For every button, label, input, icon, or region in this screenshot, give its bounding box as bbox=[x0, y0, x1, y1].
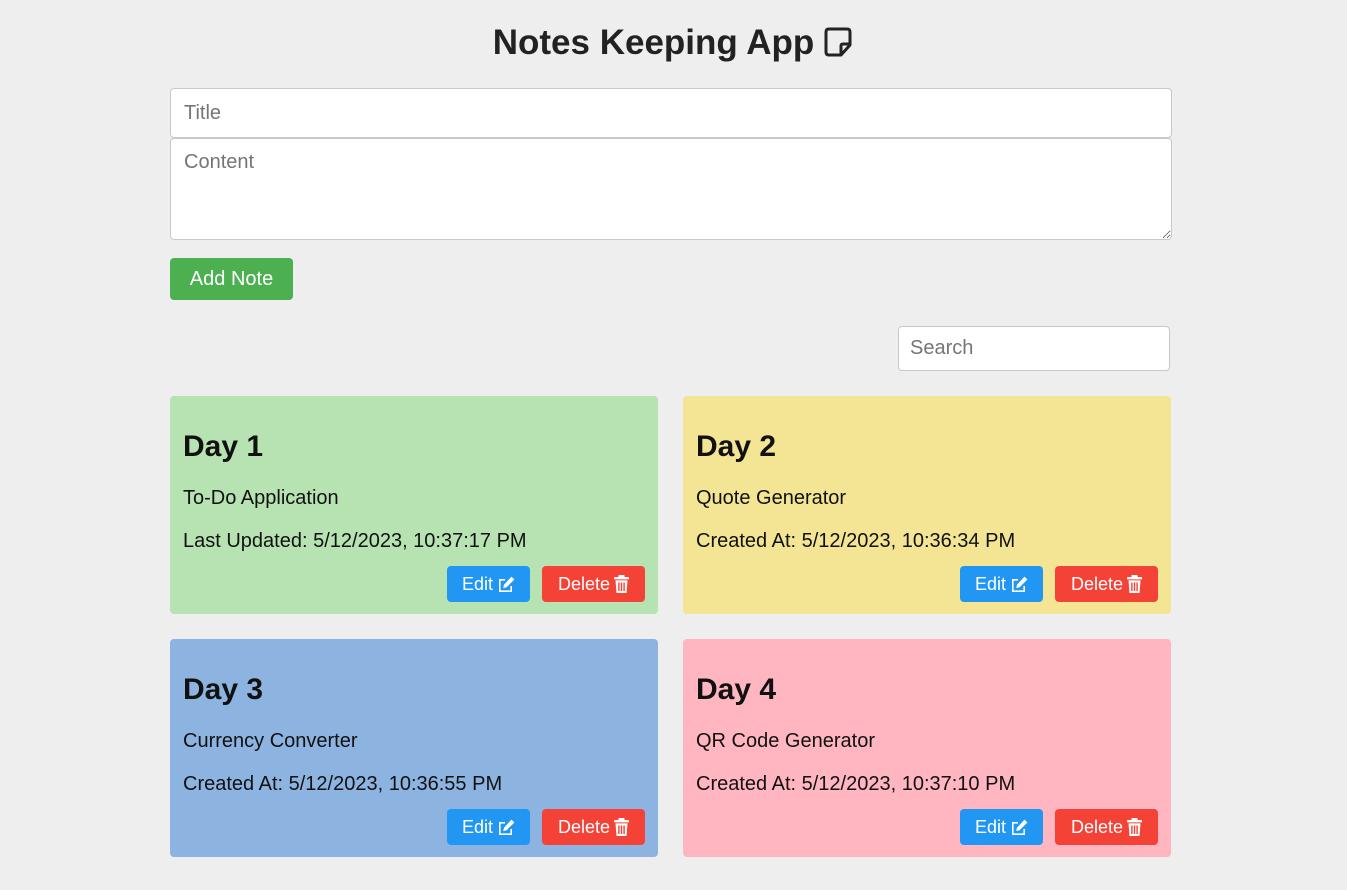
note-card: Day 3 Currency Converter Created At: 5/1… bbox=[170, 639, 658, 857]
edit-icon bbox=[1010, 576, 1028, 592]
delete-button[interactable]: Delete bbox=[1055, 566, 1158, 602]
title-input[interactable] bbox=[170, 88, 1172, 138]
note-timestamp: Created At: 5/12/2023, 10:36:34 PM bbox=[696, 530, 1016, 552]
delete-button[interactable]: Delete bbox=[542, 566, 645, 602]
edit-label: Edit bbox=[974, 573, 1007, 594]
edit-label: Edit bbox=[974, 816, 1007, 837]
note-title: Day 3 bbox=[183, 673, 264, 706]
trash-icon bbox=[1127, 818, 1143, 836]
edit-button[interactable]: Edit bbox=[960, 809, 1043, 845]
note-timestamp: Last Updated: 5/12/2023, 10:37:17 PM bbox=[183, 530, 527, 552]
delete-button[interactable]: Delete bbox=[542, 809, 645, 845]
trash-icon bbox=[614, 575, 630, 593]
edit-icon bbox=[497, 576, 515, 592]
note-card: Day 4 QR Code Generator Created At: 5/12… bbox=[683, 639, 1171, 857]
add-note-button[interactable]: Add Note bbox=[170, 258, 293, 300]
content-textarea[interactable] bbox=[170, 138, 1172, 240]
note-timestamp: Created At: 5/12/2023, 10:37:10 PM bbox=[696, 773, 1016, 795]
note-title: Day 1 bbox=[183, 430, 264, 463]
edit-button[interactable]: Edit bbox=[960, 566, 1043, 602]
delete-label: Delete bbox=[557, 816, 611, 837]
delete-button[interactable]: Delete bbox=[1055, 809, 1158, 845]
note-card: Day 1 To-Do Application Last Updated: 5/… bbox=[170, 396, 658, 614]
delete-label: Delete bbox=[1070, 573, 1124, 594]
note-content: To-Do Application bbox=[183, 487, 339, 509]
edit-label: Edit bbox=[461, 816, 494, 837]
page-title: Notes Keeping App bbox=[0, 22, 1347, 68]
note-title: Day 4 bbox=[696, 673, 777, 706]
edit-button[interactable]: Edit bbox=[447, 809, 530, 845]
trash-icon bbox=[1127, 575, 1143, 593]
edit-label: Edit bbox=[461, 573, 494, 594]
note-timestamp: Created At: 5/12/2023, 10:36:55 PM bbox=[183, 773, 503, 795]
trash-icon bbox=[614, 818, 630, 836]
note-card: Day 2 Quote Generator Created At: 5/12/2… bbox=[683, 396, 1171, 614]
search-input[interactable] bbox=[898, 326, 1170, 371]
note-title: Day 2 bbox=[696, 430, 777, 463]
delete-label: Delete bbox=[1070, 816, 1124, 837]
sticky-note-icon bbox=[822, 26, 854, 68]
app-root: Notes Keeping App Add Note Day 1 To-Do A… bbox=[0, 0, 1347, 890]
edit-button[interactable]: Edit bbox=[447, 566, 530, 602]
page-title-text: Notes Keeping App bbox=[492, 23, 815, 62]
delete-label: Delete bbox=[557, 573, 611, 594]
note-content: QR Code Generator bbox=[696, 730, 875, 752]
edit-icon bbox=[1010, 819, 1028, 835]
note-content: Quote Generator bbox=[696, 487, 847, 509]
edit-icon bbox=[497, 819, 515, 835]
note-content: Currency Converter bbox=[183, 730, 358, 752]
